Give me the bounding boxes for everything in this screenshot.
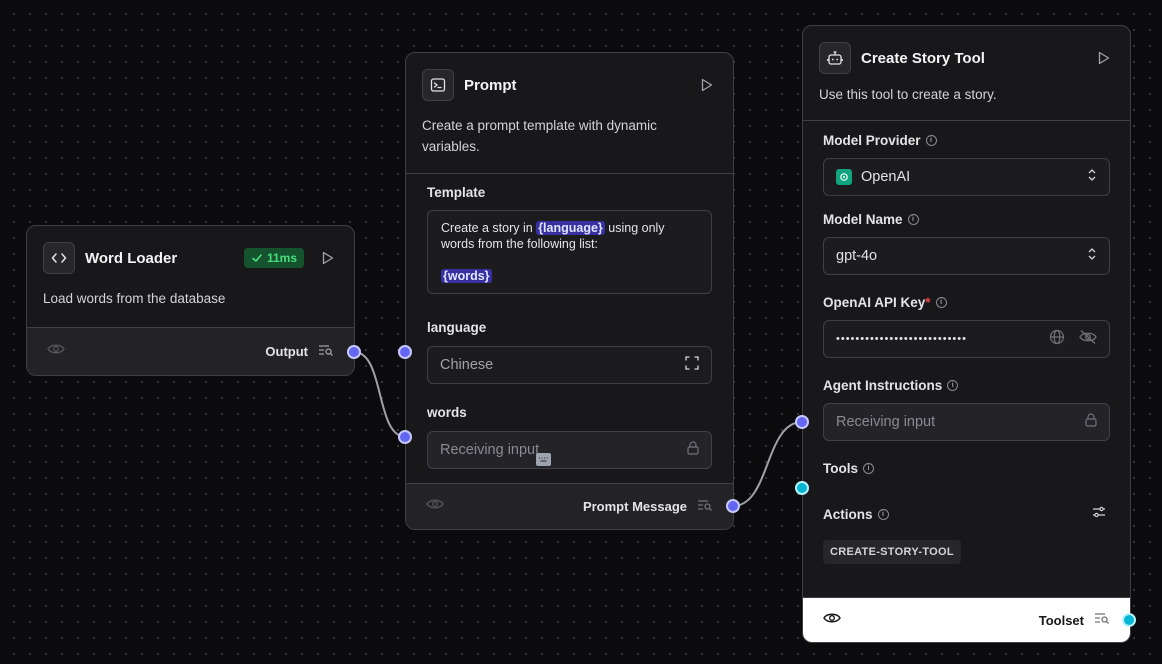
words-value: Receiving input	[440, 442, 540, 458]
template-field[interactable]: Create a story in {language} using only …	[427, 210, 712, 294]
words-input: Receiving input	[427, 431, 712, 469]
chevron-up-down-icon	[1087, 168, 1097, 186]
agent-instructions-input-handle[interactable]	[795, 415, 809, 429]
tools-label: Tools i	[823, 461, 1110, 476]
edge-prompt-to-instructions	[732, 421, 803, 507]
language-input-handle[interactable]	[398, 345, 412, 359]
info-icon[interactable]: i	[925, 135, 937, 146]
api-key-label: OpenAI API Key* i	[823, 295, 1110, 310]
node-footer: Prompt Message	[406, 483, 733, 529]
node-footer: Toolset	[803, 597, 1130, 642]
expand-icon[interactable]	[685, 356, 699, 374]
language-input[interactable]: Chinese	[427, 346, 712, 384]
tools-input-handle[interactable]	[795, 481, 809, 495]
info-icon[interactable]: i	[877, 509, 889, 520]
node-title: Prompt	[464, 76, 517, 94]
node-title: Word Loader	[85, 249, 178, 267]
info-icon[interactable]: i	[907, 214, 919, 225]
info-icon[interactable]: i	[935, 297, 947, 308]
globe-icon[interactable]	[1049, 329, 1065, 349]
code-icon	[43, 242, 75, 274]
agent-instructions-value: Receiving input	[836, 414, 936, 430]
model-name-value: gpt-4o	[836, 248, 878, 264]
node-description: Use this tool to create a story.	[819, 87, 997, 102]
template-text: Create a story in	[441, 221, 537, 235]
eye-off-icon[interactable]	[1079, 329, 1097, 349]
eye-icon[interactable]	[823, 611, 841, 630]
node-description: Create a prompt template with dynamic va…	[422, 118, 657, 154]
prompt-node[interactable]: Prompt Create a prompt template with dyn…	[405, 52, 734, 530]
word-loader-node[interactable]: Word Loader 11ms Load words from the dat…	[26, 225, 355, 376]
eye-icon[interactable]	[47, 342, 65, 361]
output-label: Output	[265, 344, 308, 359]
run-button[interactable]	[318, 248, 338, 268]
info-icon[interactable]: i	[947, 380, 959, 391]
lock-icon	[687, 441, 699, 459]
node-description: Load words from the database	[43, 291, 226, 306]
info-icon[interactable]: i	[863, 463, 874, 474]
openai-icon	[836, 169, 852, 185]
edge-output-to-words	[353, 351, 407, 438]
toolset-output-handle[interactable]	[1122, 613, 1136, 627]
output-label: Toolset	[1038, 612, 1084, 628]
play-icon	[1098, 51, 1110, 65]
output-label: Prompt Message	[582, 499, 687, 514]
template-variable-words: {words}	[441, 269, 492, 283]
run-time-badge: 11ms	[243, 248, 304, 268]
terminal-icon	[422, 69, 454, 101]
inspect-output-icon[interactable]	[1094, 611, 1110, 629]
settings-sliders-icon[interactable]	[1092, 505, 1106, 524]
eye-icon[interactable]	[426, 497, 444, 516]
agent-instructions-input: Receiving input	[823, 403, 1110, 441]
prompt-message-output-handle[interactable]	[726, 499, 740, 513]
model-name-label: Model Name i	[823, 212, 1110, 227]
model-provider-label: Model Provider i	[823, 133, 1110, 148]
template-label: Template	[427, 185, 486, 200]
run-button[interactable]	[697, 75, 717, 95]
create-story-tool-node[interactable]: Create Story Tool Use this tool to creat…	[802, 25, 1131, 643]
node-footer: Output	[27, 327, 354, 375]
chevron-up-down-icon	[1087, 247, 1097, 265]
bot-icon	[819, 42, 851, 74]
model-provider-value: OpenAI	[861, 169, 911, 185]
template-variable-language: {language}	[536, 221, 605, 235]
language-value: Chinese	[440, 357, 494, 373]
play-icon	[322, 251, 334, 265]
check-icon	[252, 254, 262, 262]
play-icon	[701, 78, 713, 92]
run-button[interactable]	[1094, 48, 1114, 68]
word-loader-output-handle[interactable]	[347, 345, 361, 359]
action-tag[interactable]: CREATE-STORY-TOOL	[823, 540, 961, 564]
run-time-text: 11ms	[266, 251, 297, 265]
inspect-output-icon[interactable]	[318, 343, 334, 361]
inspect-output-icon[interactable]	[697, 498, 713, 516]
lock-icon	[1085, 413, 1097, 431]
keyboard-cursor-icon	[536, 453, 551, 466]
api-key-value: •••••••••••••••••••••••••••	[836, 333, 967, 345]
model-provider-select[interactable]: OpenAI	[823, 158, 1110, 196]
actions-label: Actions i	[823, 507, 1092, 522]
agent-instructions-label: Agent Instructions i	[823, 378, 1110, 393]
words-input-handle[interactable]	[398, 430, 412, 444]
node-title: Create Story Tool	[861, 49, 985, 67]
words-label: words	[427, 405, 467, 420]
language-label: language	[427, 320, 487, 335]
model-name-select[interactable]: gpt-4o	[823, 237, 1110, 275]
api-key-input[interactable]: •••••••••••••••••••••••••••	[823, 320, 1110, 358]
